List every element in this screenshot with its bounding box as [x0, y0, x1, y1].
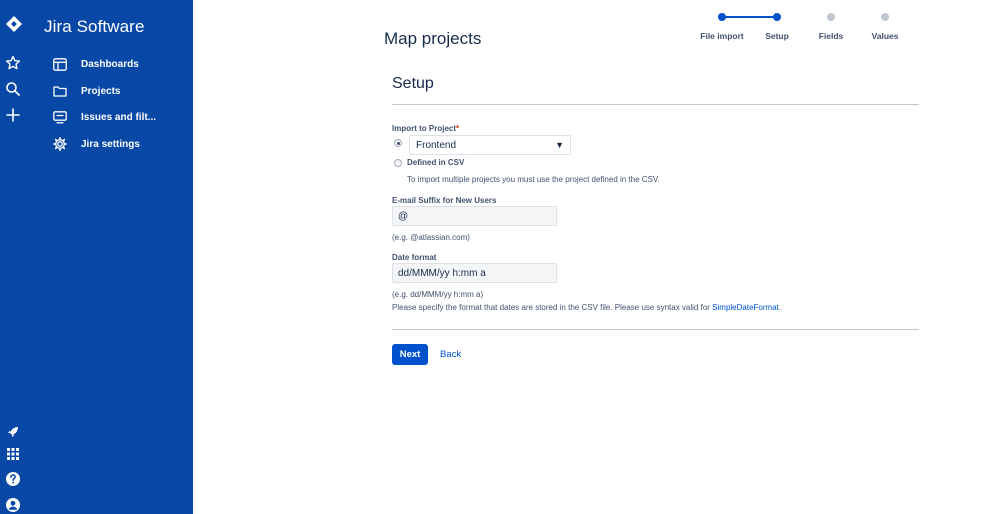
email-suffix-label: E-mail Suffix for New Users [392, 196, 497, 205]
email-suffix-help: (e.g. @atlassian.com) [392, 233, 470, 242]
date-format-help: Please specify the format that dates are… [392, 303, 781, 312]
date-format-label: Date format [392, 253, 437, 262]
sidebar-item-label: Dashboards [81, 58, 139, 70]
app-root: Jira Software Dashboards Projects Issues… [0, 0, 999, 514]
date-format-input[interactable]: dd/MMM/yy h:mm a [392, 263, 557, 283]
sidebar-item-jira-settings[interactable]: Jira settings [52, 133, 140, 155]
date-format-help-text: Please specify the format that dates are… [392, 303, 713, 312]
date-format-help-end: . [778, 303, 782, 312]
sidebar-item-projects[interactable]: Projects [52, 80, 120, 102]
chevron-down-icon: ▼ [555, 140, 564, 150]
divider-top [392, 104, 919, 105]
app-brand: Jira Software [44, 17, 145, 36]
step-label-values: Values [871, 31, 899, 41]
progress-tracker: File import Setup Fields Values [700, 10, 920, 60]
back-button[interactable]: Back [440, 344, 461, 365]
defined-in-csv-help: To import multiple projects you must use… [407, 175, 660, 184]
sidebar: Jira Software Dashboards Projects Issues… [0, 0, 193, 514]
sidebar-item-label: Issues and filt... [81, 111, 157, 123]
step-dot-fields [827, 13, 835, 21]
step-dot-setup [773, 13, 781, 21]
star-icon[interactable] [5, 55, 21, 71]
simpledateformat-link[interactable]: SimpleDateFormat [712, 303, 779, 312]
project-select[interactable]: Frontend ▼ [409, 135, 571, 155]
section-title: Setup [392, 75, 434, 92]
step-label-setup: Setup [765, 31, 789, 41]
dashboard-icon [52, 56, 68, 72]
issues-icon [52, 109, 68, 125]
email-suffix-input[interactable]: @ [392, 206, 557, 226]
help-icon[interactable] [5, 471, 21, 487]
search-icon[interactable] [5, 81, 21, 97]
folder-icon [52, 83, 68, 99]
progress-line [722, 16, 777, 18]
required-mark: * [456, 124, 460, 133]
page-title: Map projects [384, 29, 482, 48]
project-select-value: Frontend [416, 139, 457, 151]
step-dot-values [881, 13, 889, 21]
import-project-label-text: Import to Project [392, 124, 457, 133]
sidebar-item-label: Jira settings [81, 138, 140, 150]
rocket-icon[interactable] [5, 424, 21, 440]
sidebar-item-label: Projects [81, 85, 121, 97]
next-button[interactable]: Next [392, 344, 428, 365]
radio-select-project[interactable] [394, 139, 402, 147]
gear-icon [52, 136, 68, 152]
sidebar-item-dashboards[interactable]: Dashboards [52, 53, 139, 75]
app-switcher-icon[interactable] [5, 446, 21, 462]
step-label-fields: Fields [818, 31, 844, 41]
import-project-label: Import to Project* [392, 124, 459, 133]
create-plus-icon[interactable] [5, 107, 21, 123]
defined-in-csv-label: Defined in CSV [407, 158, 465, 167]
sidebar-item-issues-filters[interactable]: Issues and filt... [52, 106, 156, 128]
avatar-icon[interactable] [5, 497, 21, 513]
step-label-file-import: File import [700, 31, 744, 41]
date-format-example: (e.g. dd/MMM/yy h:mm a) [392, 290, 484, 299]
radio-defined-in-csv[interactable] [394, 159, 402, 167]
jira-logo-icon[interactable] [5, 15, 23, 33]
step-dot-file-import [718, 13, 726, 21]
divider-bottom [392, 329, 919, 330]
